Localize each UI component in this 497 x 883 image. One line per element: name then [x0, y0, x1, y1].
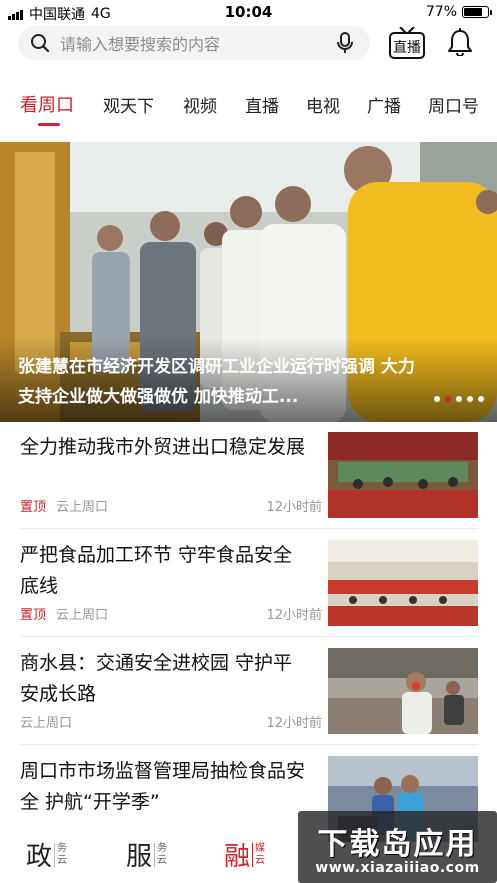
- nav-gov-label: 政: [26, 842, 53, 872]
- nav-gov-sub: 务云: [54, 842, 67, 867]
- news-time: 12小时前: [266, 716, 322, 731]
- news-title: 商水县：交通安全进校园 守护平安成长路: [20, 652, 293, 705]
- carousel-dots: [434, 396, 484, 402]
- live-label: 直播: [393, 40, 421, 56]
- news-source: 云上周口: [20, 716, 73, 731]
- tab-tv[interactable]: 电视: [306, 92, 340, 117]
- tab-indicator: [38, 123, 60, 126]
- pinned-badge: 置顶: [20, 500, 47, 515]
- watermark-line2: www.xiazaiiiao.com: [315, 860, 480, 876]
- nav-media-cloud[interactable]: 融 媒云: [224, 836, 265, 873]
- news-source: 云上周口: [56, 608, 109, 623]
- tab-video[interactable]: 视频: [183, 92, 217, 117]
- status-time: 10:04: [224, 3, 273, 21]
- carousel-dot: [434, 396, 440, 402]
- search-input[interactable]: 请输入想要搜索的内容: [60, 31, 336, 55]
- bottom-nav: 政 务云 服 务云 融 媒云: [0, 820, 300, 883]
- news-meta: 置顶 云上周口 12小时前: [20, 496, 322, 515]
- search-icon: [31, 34, 50, 53]
- news-item-1[interactable]: 全力推动我市外贸进出口稳定发展 置顶 云上周口 12小时前: [0, 432, 497, 540]
- battery-icon: [462, 6, 492, 18]
- banner-title[interactable]: 张建慧在市经济开发区调研工业企业运行时强调 大力支持企业做大做强做优 加快推动工…: [18, 352, 418, 414]
- news-time: 12小时前: [266, 500, 322, 515]
- pinned-badge: 置顶: [20, 608, 47, 623]
- banner-carousel[interactable]: 张建慧在市经济开发区调研工业企业运行时强调 大力支持企业做大做强做优 加快推动工…: [0, 142, 497, 422]
- microphone-icon[interactable]: [336, 32, 354, 54]
- channel-tabs: 看周口 观天下 视频 直播 电视 广播 周口号: [0, 88, 497, 128]
- search-bar[interactable]: 请输入想要搜索的内容: [18, 26, 370, 60]
- news-meta: 云上周口 12小时前: [20, 712, 322, 731]
- news-title: 全力推动我市外贸进出口稳定发展: [20, 436, 306, 458]
- nav-media-label: 融: [224, 842, 251, 872]
- status-right: 77%: [425, 4, 492, 20]
- bell-icon[interactable]: [447, 28, 473, 56]
- list-divider: [20, 528, 478, 529]
- status-bar: 中国联通 4G 10:04 77%: [0, 0, 497, 24]
- news-thumbnail: [328, 432, 478, 518]
- battery-percent: 77%: [425, 4, 457, 20]
- news-thumbnail: [328, 540, 478, 626]
- nav-gov-service[interactable]: 政 务云: [26, 836, 67, 873]
- watermark-line1: 下载岛应用: [317, 827, 478, 862]
- tab-radio[interactable]: 广播: [367, 92, 401, 117]
- tab-kan-zhoukou[interactable]: 看周口: [20, 91, 74, 117]
- list-divider: [20, 744, 478, 745]
- carousel-dot: [456, 396, 462, 402]
- live-button[interactable]: 直播: [389, 27, 425, 59]
- news-title: 严把食品加工环节 守牢食品安全底线: [20, 544, 293, 597]
- list-divider: [20, 636, 478, 637]
- watermark: 下载岛应用 www.xiazaiiiao.com: [298, 811, 497, 883]
- tab-live[interactable]: 直播: [245, 92, 279, 117]
- news-item-3[interactable]: 商水县：交通安全进校园 守护平安成长路 云上周口 12小时前: [0, 648, 497, 756]
- news-title: 周口市市场监督管理局抽检食品安全 护航“开学季”: [20, 760, 306, 813]
- news-meta: 置顶 云上周口 12小时前: [20, 604, 322, 623]
- tab-guan-tianxia[interactable]: 观天下: [103, 92, 154, 117]
- news-item-2[interactable]: 严把食品加工环节 守牢食品安全底线 置顶 云上周口 12小时前: [0, 540, 497, 648]
- nav-service-cloud[interactable]: 服 务云: [126, 836, 167, 873]
- nav-media-sub: 媒云: [252, 842, 265, 867]
- carousel-dot-active: [445, 396, 451, 402]
- news-time: 12小时前: [266, 608, 322, 623]
- nav-service-sub: 务云: [154, 842, 167, 867]
- carousel-dot: [478, 396, 484, 402]
- news-source: 云上周口: [56, 500, 109, 515]
- nav-service-label: 服: [126, 842, 153, 872]
- tab-zhoukou-hao[interactable]: 周口号: [428, 92, 479, 117]
- carousel-dot: [467, 396, 473, 402]
- news-thumbnail: [328, 648, 478, 734]
